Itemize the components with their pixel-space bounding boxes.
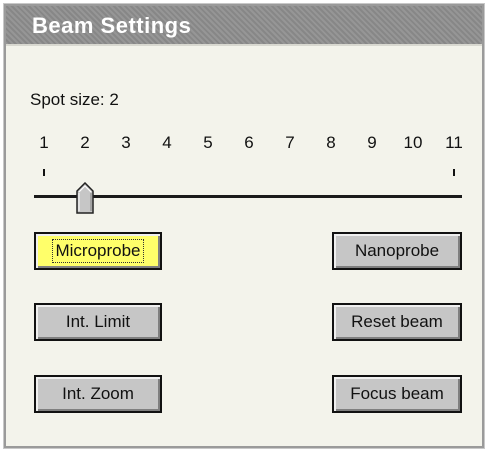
nanoprobe-button[interactable]: Nanoprobe xyxy=(332,232,462,270)
microprobe-button-label: Microprobe xyxy=(52,239,144,263)
tick-mark-max xyxy=(453,169,455,176)
int-zoom-button-label: Int. Zoom xyxy=(62,384,134,403)
nanoprobe-button-label: Nanoprobe xyxy=(354,241,440,260)
spot-size-scale: 1 2 3 4 5 6 7 8 9 10 11 xyxy=(6,133,482,163)
tick-label: 6 xyxy=(244,133,254,152)
int-zoom-button[interactable]: Int. Zoom xyxy=(34,375,162,413)
tick-label: 1 xyxy=(39,133,49,152)
tick-label: 9 xyxy=(367,133,377,152)
focus-beam-button[interactable]: Focus beam xyxy=(332,375,462,413)
tick-label: 7 xyxy=(285,133,295,152)
tick-label: 3 xyxy=(121,133,131,152)
tick-mark-min xyxy=(43,169,45,176)
tick-label: 5 xyxy=(203,133,213,152)
reset-beam-button[interactable]: Reset beam xyxy=(332,303,462,341)
tick-label: 2 xyxy=(80,133,90,152)
tick-label: 10 xyxy=(403,133,423,152)
spot-size-slider-thumb[interactable] xyxy=(76,182,94,214)
panel-title-bar: Beam Settings xyxy=(6,6,482,46)
panel-title: Beam Settings xyxy=(32,13,192,38)
beam-settings-panel: Beam Settings Spot size: 2 1 2 3 4 5 6 7 8 9 10 11… xyxy=(3,3,485,449)
microprobe-button[interactable]: Microprobe xyxy=(34,232,162,270)
tick-label: 8 xyxy=(326,133,336,152)
tick-label: 4 xyxy=(162,133,172,152)
tick-label: 11 xyxy=(445,133,463,152)
int-limit-button[interactable]: Int. Limit xyxy=(34,303,162,341)
reset-beam-button-label: Reset beam xyxy=(351,312,443,331)
focus-beam-button-label: Focus beam xyxy=(350,384,444,403)
spot-size-slider-track[interactable] xyxy=(34,195,462,198)
int-limit-button-label: Int. Limit xyxy=(65,312,131,331)
spot-size-label: Spot size: 2 xyxy=(30,90,119,109)
